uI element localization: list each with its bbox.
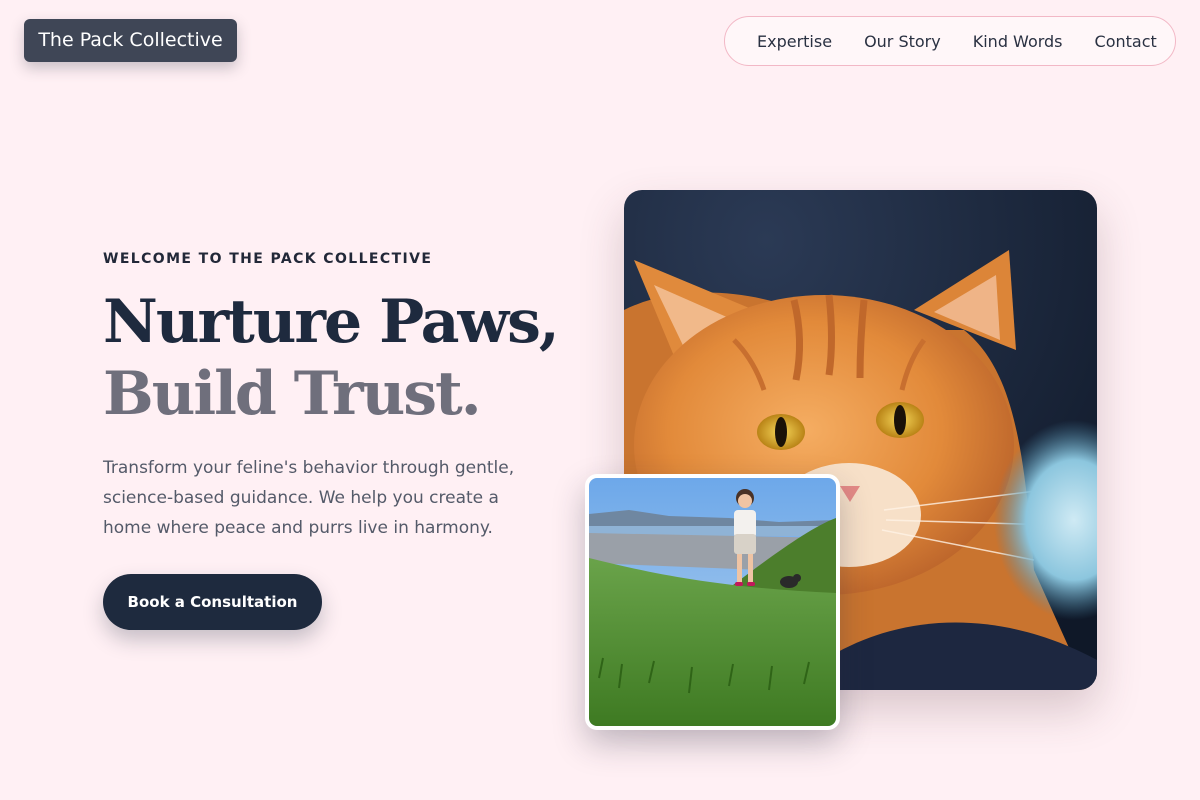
hero-description: Transform your feline's behavior through…	[103, 458, 515, 538]
nav-link-expertise[interactable]: Expertise	[741, 32, 848, 51]
nav-link-our-story[interactable]: Our Story	[848, 32, 957, 51]
main-nav: Expertise Our Story Kind Words Contact	[724, 16, 1176, 66]
nav-link-kind-words[interactable]: Kind Words	[957, 32, 1079, 51]
hero-headline: Nurture Paws, Build Trust.	[103, 286, 560, 430]
nav-link-contact[interactable]: Contact	[1079, 32, 1173, 51]
child-with-dog-photo	[585, 474, 840, 730]
hero-eyebrow: WELCOME TO THE PACK COLLECTIVE	[103, 251, 433, 267]
book-consultation-button[interactable]: Book a Consultation	[103, 574, 322, 630]
headline-line-2: Build Trust.	[103, 359, 482, 429]
headline-line-1: Nurture Paws,	[103, 287, 560, 357]
brand-logo[interactable]: The Pack Collective	[24, 19, 237, 62]
